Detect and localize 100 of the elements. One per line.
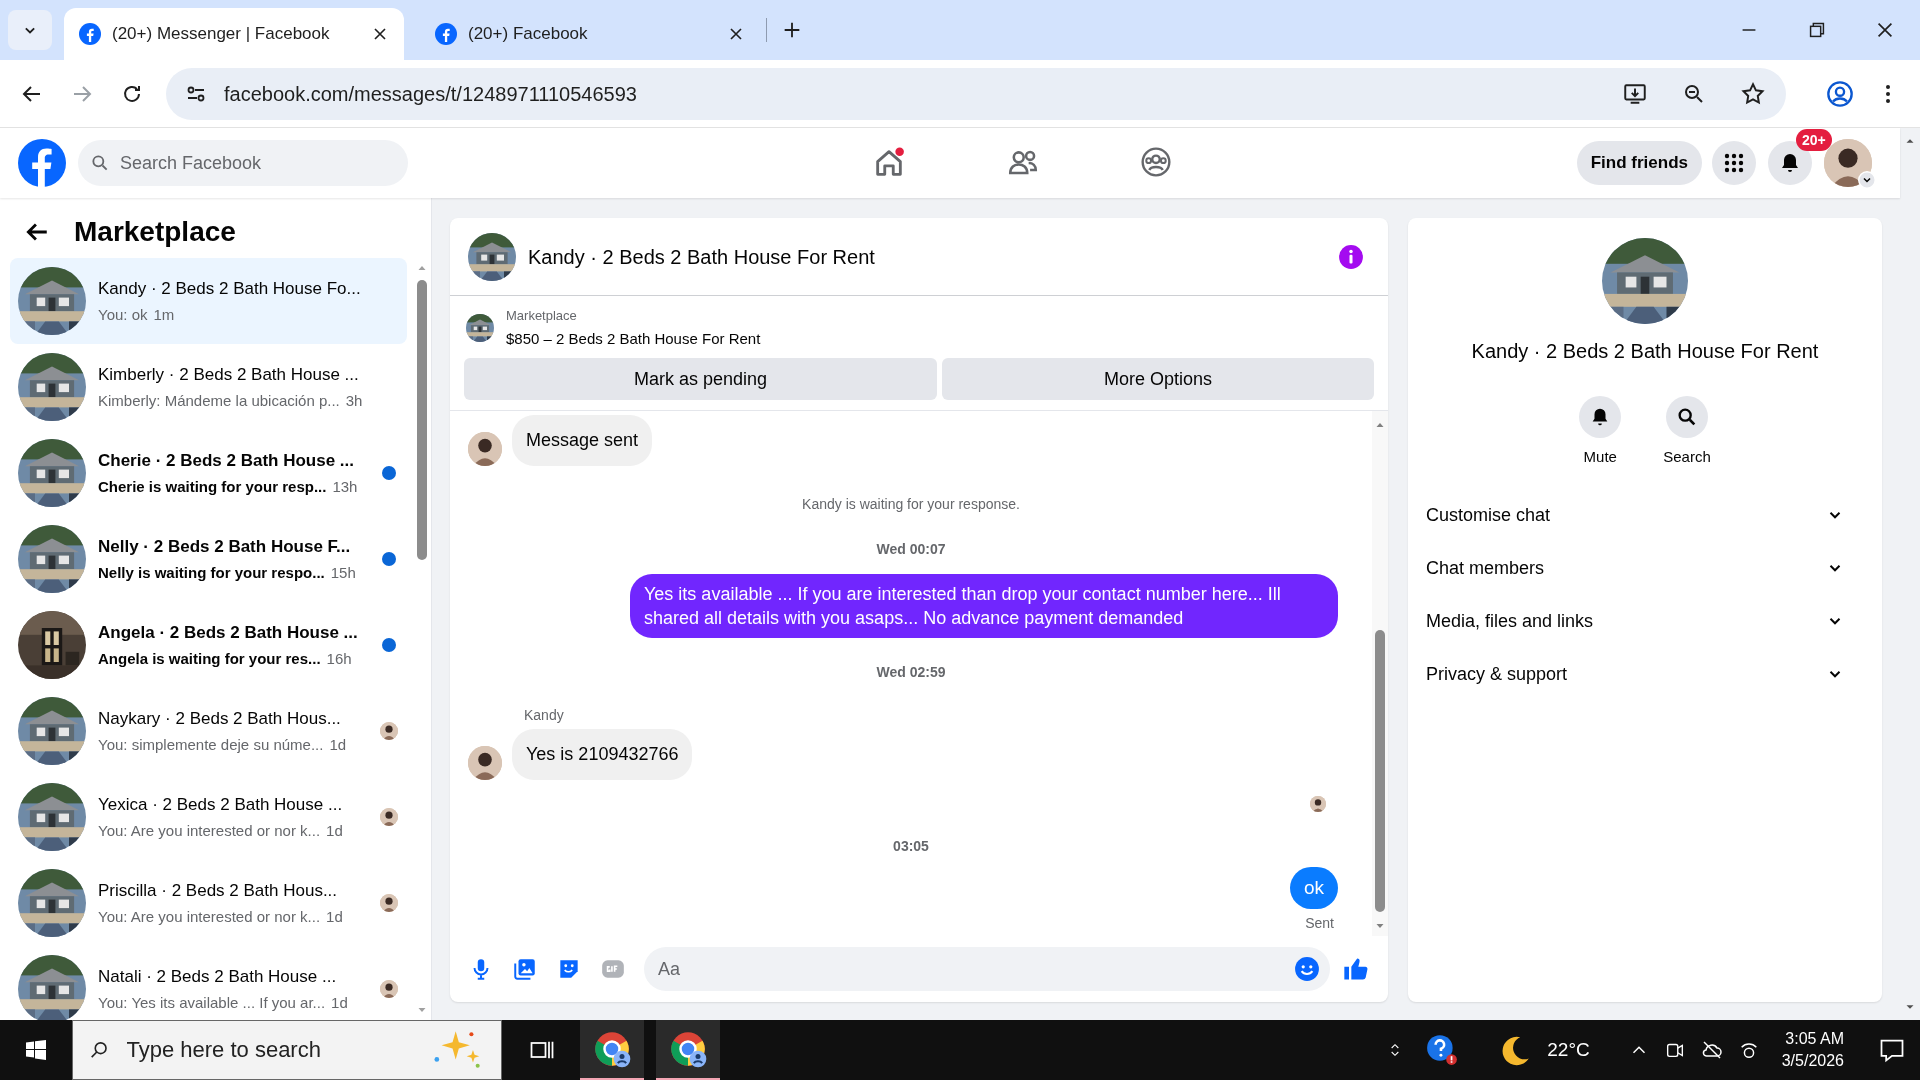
- message-preview: You: Are you interested or nor k...: [98, 907, 321, 927]
- taskbar-search-box[interactable]: Type here to search: [72, 1020, 502, 1080]
- search-field[interactable]: Search Facebook: [120, 140, 396, 186]
- details-section[interactable]: Chat members: [1426, 541, 1864, 595]
- caret-icon[interactable]: [1858, 171, 1876, 189]
- help-icon[interactable]: [1425, 1033, 1460, 1067]
- address-bar[interactable]: facebook.com/messages/t/1248971110546593: [166, 67, 1786, 120]
- tab-title: (20+) Facebook: [468, 23, 589, 46]
- message-time: 1m: [153, 305, 175, 325]
- sidebar-title: Marketplace: [74, 215, 236, 249]
- info-icon[interactable]: [1338, 243, 1364, 270]
- message-time: 1d: [326, 821, 343, 841]
- conversation-name: Kandy · 2 Beds 2 Bath House Fo...: [98, 277, 362, 300]
- taskbar-search[interactable]: Type here to search: [126, 1021, 415, 1079]
- status-text: Kandy is waiting for your response.: [802, 495, 1020, 514]
- action-label: Mute: [1583, 447, 1617, 467]
- conversation-name: Cherie · 2 Beds 2 Bath House ...: [98, 449, 355, 472]
- conversation-item[interactable]: Naykary · 2 Beds 2 Bath Hous... You: simplemente deje su núme... 1d: [10, 688, 407, 774]
- search-button[interactable]: [1666, 396, 1708, 438]
- emoji-icon[interactable]: [1294, 956, 1320, 982]
- details-section[interactable]: Privacy & support: [1426, 647, 1864, 701]
- search-icon: [90, 153, 110, 173]
- clock-time: 3:05 AM: [1785, 1029, 1844, 1049]
- conversation-name: Nelly · 2 Beds 2 Bath House F...: [98, 535, 352, 558]
- conversation-item[interactable]: Cherie · 2 Beds 2 Bath House ... Cherie is waiting for your resp... 13h: [10, 430, 407, 516]
- message-preview: You: ok: [98, 305, 148, 325]
- contact-name: Kandy · 2 Beds 2 Bath House For Rent: [1471, 339, 1819, 364]
- message-time: 1d: [326, 907, 343, 927]
- conversation-item[interactable]: Kandy · 2 Beds 2 Bath House Fo... You: ok 1m: [10, 258, 407, 344]
- conversation-name: Natali · 2 Beds 2 Bath House ...: [98, 965, 338, 988]
- search-icon: [1676, 406, 1698, 428]
- message-time: 3h: [345, 391, 363, 411]
- conversation-name: Kimberly · 2 Beds 2 Bath House ...: [98, 363, 360, 386]
- conversation-item[interactable]: Priscilla · 2 Beds 2 Bath Hous... You: Are you interested or nor k... 1d: [10, 860, 407, 946]
- message-bubble: Message sent: [512, 415, 653, 466]
- message-preview: Cherie is waiting for your resp...: [98, 477, 327, 497]
- action-button[interactable]: More Options: [942, 358, 1374, 400]
- message-bubble: ok: [1290, 867, 1338, 909]
- conversation-name: Naykary · 2 Beds 2 Bath Hous...: [98, 707, 342, 730]
- search-box[interactable]: Search Facebook: [78, 140, 408, 186]
- message-preview: Kimberly: Mándeme la ubicación p...: [98, 391, 340, 411]
- taskbar-button[interactable]: [580, 1020, 644, 1080]
- conversation-name: Priscilla · 2 Beds 2 Bath Hous...: [98, 879, 339, 902]
- sender-name: Kandy: [524, 707, 564, 723]
- menu-button[interactable]: [1712, 141, 1756, 185]
- timestamp: Wed 02:59: [876, 663, 946, 682]
- message-preview: Angela is waiting for your res...: [98, 649, 321, 669]
- browser-tab[interactable]: (20+) Messenger | Facebook: [64, 8, 404, 60]
- listing-title: $850 – 2 Beds 2 Bath House For Rent: [506, 328, 761, 349]
- message-time: 13h: [332, 477, 358, 497]
- photo-icon[interactable]: [512, 956, 538, 982]
- avatar: [468, 746, 502, 780]
- browser-tab[interactable]: (20+) Facebook: [420, 8, 760, 60]
- message-preview: You: Are you interested or nor k...: [98, 821, 321, 841]
- message-preview: You: simplemente deje su núme...: [98, 735, 324, 755]
- details-section[interactable]: Customise chat: [1426, 488, 1864, 542]
- message-preview: You: Yes its available ... If you ar...: [98, 993, 326, 1013]
- find-friends-button[interactable]: Find friends: [1576, 141, 1702, 185]
- message-time: 16h: [326, 649, 352, 669]
- details-section[interactable]: Media, files and links: [1426, 594, 1864, 648]
- delivery-status: Sent: [1305, 914, 1334, 933]
- conversation-name: Yexica · 2 Beds 2 Bath House ...: [98, 793, 344, 816]
- conversation-item[interactable]: Angela · 2 Beds 2 Bath House ... Angela is waiting for your res... 16h: [10, 602, 407, 688]
- url-text: facebook.com/messages/t/1248971110546593: [224, 81, 638, 107]
- action-button[interactable]: Mark as pending: [464, 358, 937, 400]
- conversation-item[interactable]: Yexica · 2 Beds 2 Bath House ... You: Are you interested or nor k... 1d: [10, 774, 407, 860]
- scrollbar-thumb[interactable]: [1375, 630, 1385, 912]
- chat-title: Kandy · 2 Beds 2 Bath House For Rent: [528, 244, 876, 270]
- message-time: 1d: [329, 735, 347, 755]
- message-time: 15h: [330, 563, 356, 583]
- message-time: 1d: [331, 993, 348, 1013]
- browser-icon: [592, 1029, 632, 1069]
- message-bubble: Yes its available ... If you are interested than drop your contact number here... Ill shared all details with you asaps... No advance payment demanded: [630, 574, 1338, 638]
- message-bubble: Yes is 2109432766: [512, 729, 693, 780]
- avatar: [468, 432, 502, 466]
- clock-date: 3/5/2026: [1781, 1051, 1844, 1071]
- facebook-icon: [434, 22, 458, 46]
- mute-button[interactable]: [1579, 396, 1622, 438]
- taskbar-button[interactable]: [656, 1020, 720, 1080]
- timestamp: Wed 00:07: [876, 540, 946, 559]
- facebook-icon: [78, 22, 102, 46]
- scrollbar-thumb[interactable]: [417, 280, 427, 560]
- profile-icon[interactable]: [1826, 79, 1854, 108]
- conversation-name: Angela · 2 Beds 2 Bath House ...: [98, 621, 359, 644]
- tab-title: (20+) Messenger | Facebook: [112, 23, 331, 46]
- conversation-item[interactable]: Kimberly · 2 Beds 2 Bath House ... Kimberly: Mándeme la ubicación p... 3h: [10, 344, 407, 430]
- read-receipt-avatar: [1310, 796, 1326, 812]
- temperature: 22°C: [1547, 1037, 1590, 1062]
- conversation-item[interactable]: Nelly · 2 Beds 2 Bath House F... Nelly is waiting for your respo... 15h: [10, 516, 407, 602]
- groups-icon[interactable]: [1140, 146, 1173, 178]
- star-icon[interactable]: [1740, 80, 1766, 107]
- notification-badge: 20+: [1796, 129, 1832, 151]
- grid-icon: [1722, 151, 1746, 175]
- windows-icon[interactable]: [24, 1038, 48, 1062]
- facebook-logo-icon[interactable]: [18, 139, 66, 187]
- timestamp: 03:05: [893, 837, 929, 856]
- message-preview: Nelly is waiting for your respo...: [98, 563, 325, 583]
- action-label: Search: [1663, 447, 1711, 467]
- listing-label: Marketplace: [506, 307, 578, 325]
- browser-icon: [668, 1029, 708, 1069]
